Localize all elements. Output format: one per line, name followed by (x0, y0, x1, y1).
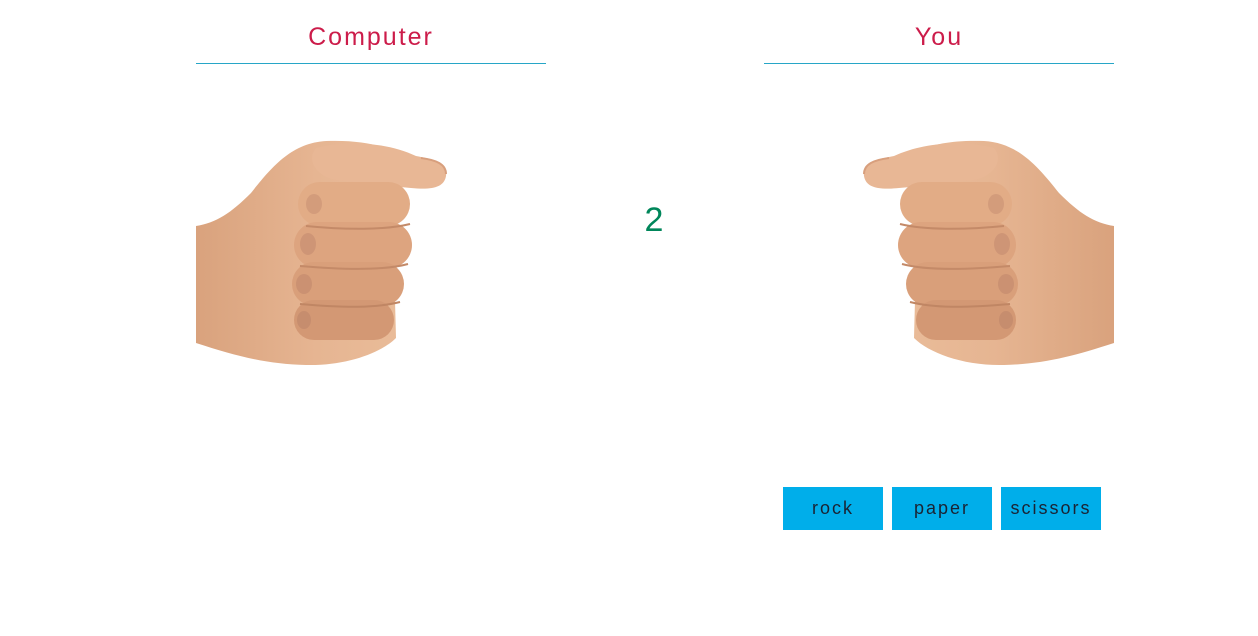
you-panel: You (764, 0, 1114, 64)
you-hand-icon (764, 138, 1114, 368)
you-title: You (914, 23, 964, 51)
choice-buttons: rock paper scissors (783, 487, 1101, 530)
paper-button[interactable]: paper (892, 487, 992, 530)
rock-button[interactable]: rock (783, 487, 883, 530)
countdown-number: 2 (644, 201, 664, 239)
you-divider (764, 63, 1114, 64)
game-stage: Computer 2 You rock paper scissors (0, 0, 1258, 636)
scissors-button[interactable]: scissors (1001, 487, 1101, 530)
computer-divider (196, 63, 546, 64)
computer-panel: Computer (196, 0, 546, 64)
computer-hand-icon (196, 138, 546, 368)
computer-title: Computer (308, 23, 434, 51)
